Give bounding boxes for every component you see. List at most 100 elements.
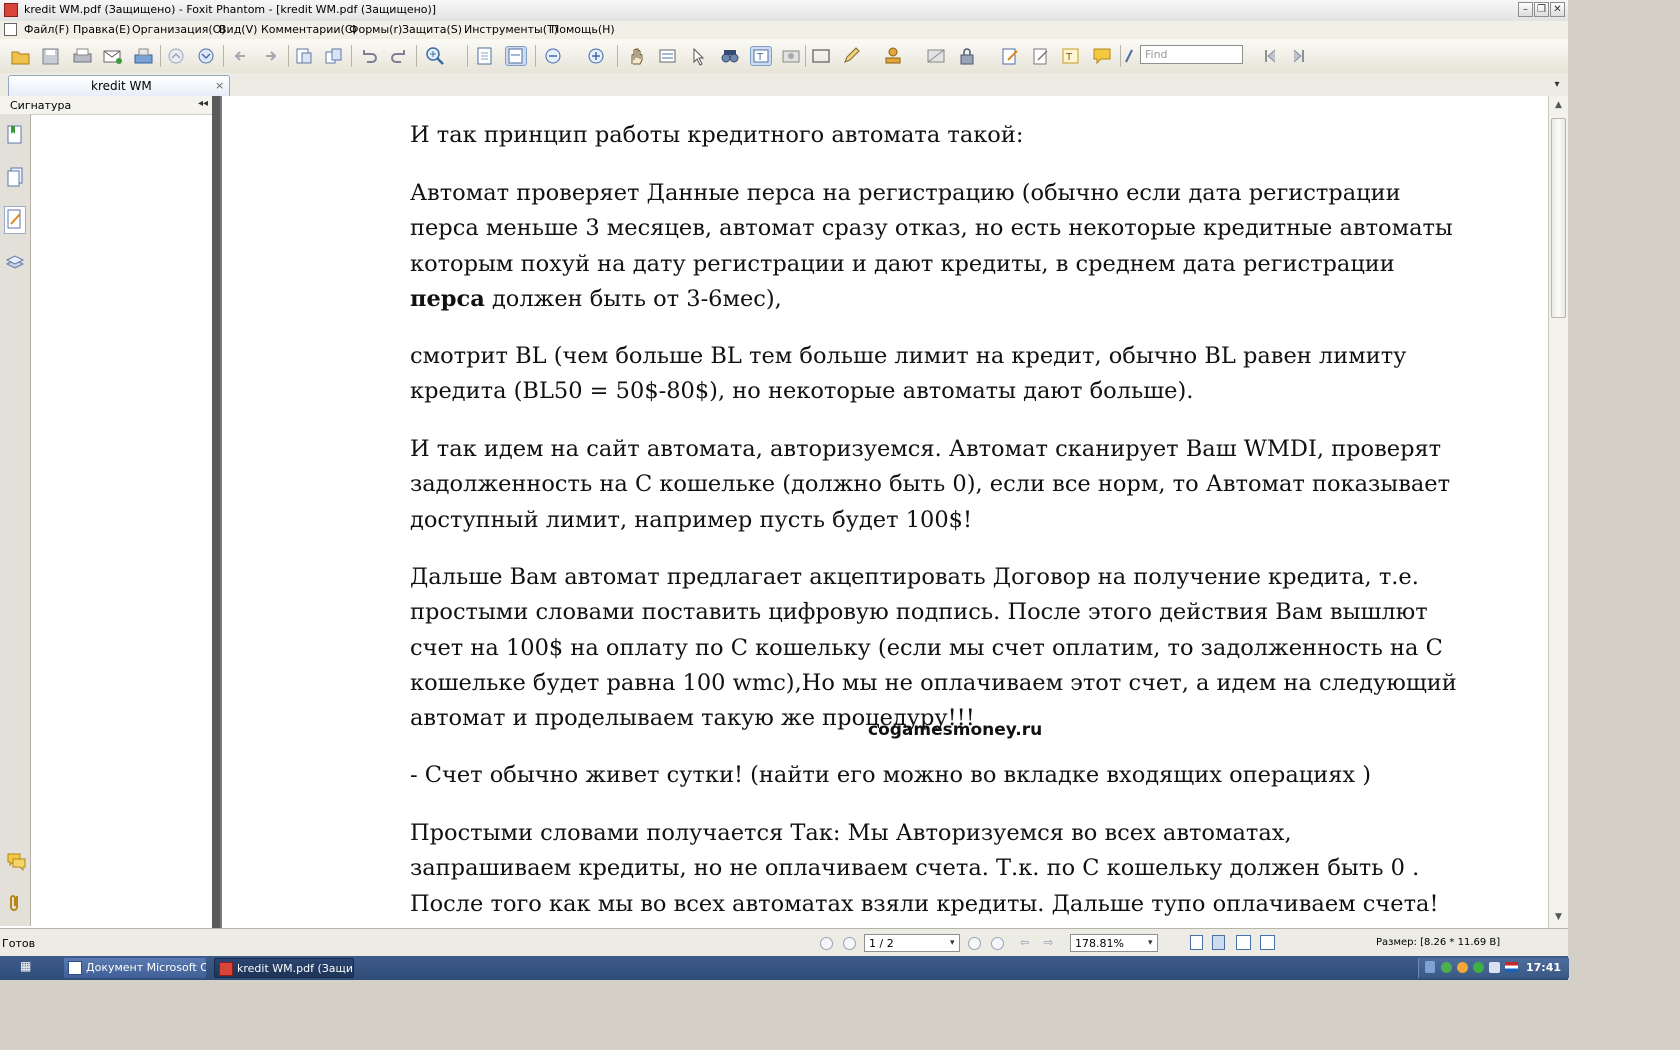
scroll-thumb[interactable] [1551, 118, 1566, 318]
redo-icon[interactable] [388, 46, 410, 66]
find-previous-icon[interactable] [1261, 46, 1283, 66]
tray-antivirus-icon[interactable] [1457, 962, 1468, 973]
paragraph-authorization: И так идем на сайт автомата, авторизуемс… [410, 436, 1451, 533]
maximize-button[interactable]: ❐ [1534, 2, 1549, 17]
find-input[interactable]: Find [1140, 45, 1243, 64]
rectangle-tool-icon[interactable] [810, 46, 832, 66]
minimize-button[interactable]: – [1518, 2, 1533, 17]
single-page-view-icon[interactable] [1190, 935, 1203, 950]
tray-language-flag-icon[interactable] [1505, 962, 1518, 972]
menu-edit[interactable]: Правка(E) [73, 23, 130, 36]
comments-panel-icon[interactable] [6, 850, 26, 872]
toolbar-separator [467, 45, 468, 67]
collapse-panel-icon[interactable]: ◂◂ [198, 98, 208, 109]
last-page-icon[interactable] [991, 937, 1004, 950]
tab-kredit-wm[interactable]: kredit WM × [8, 75, 230, 96]
tab-close-icon[interactable]: × [215, 79, 224, 92]
page-dropdown-arrow[interactable]: ▾ [950, 938, 955, 948]
first-page-icon[interactable] [820, 937, 833, 950]
pdf-page[interactable]: И так принцип работы кредитного автомата… [222, 96, 1558, 928]
forward-view-icon[interactable]: ⇨ [1044, 936, 1053, 949]
facing-view-icon[interactable] [1236, 935, 1251, 950]
menu-help[interactable]: Помощь(H) [551, 23, 615, 36]
back-icon[interactable] [230, 46, 252, 66]
menu-tools[interactable]: Инструменты(T) [464, 23, 558, 36]
snapshot-icon[interactable] [780, 46, 802, 66]
stamp-icon[interactable] [882, 46, 904, 66]
pencil-tool-icon[interactable] [841, 46, 863, 66]
close-button[interactable]: ✕ [1550, 2, 1565, 17]
toolbar-separator [535, 45, 536, 67]
scroll-up-arrow-icon[interactable]: ▲ [1551, 98, 1566, 113]
paragraph-contract: Дальше Вам автомат предлагает акцептиров… [410, 564, 1457, 732]
select-text-icon[interactable] [657, 46, 679, 66]
lock-icon[interactable] [956, 46, 978, 66]
document-menu-icon[interactable] [4, 23, 17, 36]
forward-icon[interactable] [260, 46, 282, 66]
select-tool-icon[interactable] [688, 46, 710, 66]
menu-forms[interactable]: Формы(r) [349, 23, 402, 36]
zoom-in-icon[interactable] [585, 46, 607, 66]
foxit-app-icon[interactable] [4, 3, 18, 17]
save-icon[interactable] [40, 46, 62, 66]
title-bar: kredit WM.pdf (Защищено) - Foxit Phantom… [0, 0, 1568, 22]
menu-comments[interactable]: Комментарии(C) [261, 23, 357, 36]
extract-page-icon[interactable] [323, 46, 345, 66]
continuous-facing-view-icon[interactable] [1260, 935, 1275, 950]
page-number-field[interactable]: 1 / 2 [864, 934, 960, 952]
pages-icon[interactable] [6, 166, 24, 188]
next-page-status-icon[interactable] [968, 937, 981, 950]
print-icon[interactable] [72, 46, 94, 66]
fit-width-icon[interactable] [505, 46, 527, 66]
taskbar-item-foxit[interactable]: kredit WM.pdf (Защи... [214, 958, 354, 978]
left-navigation-panel: Сигнатура ◂◂ [0, 96, 213, 928]
sign-document-icon[interactable] [999, 46, 1021, 66]
bookmarks-icon[interactable] [6, 124, 24, 146]
start-menu-icon[interactable]: ▦ [20, 959, 42, 977]
taskbar-item-word[interactable]: Документ Microsoft О... [64, 958, 206, 978]
zoom-out-icon[interactable] [542, 46, 564, 66]
toolbar-overflow-icon[interactable] [1124, 46, 1134, 66]
panel-icon-strip [0, 114, 31, 926]
find-next-icon[interactable] [1286, 46, 1308, 66]
edit-content-icon[interactable] [1030, 46, 1052, 66]
tray-speaker-icon[interactable] [1489, 962, 1500, 973]
menu-view[interactable]: Вид(V) [219, 23, 257, 36]
tray-network-icon[interactable] [1441, 962, 1452, 973]
menu-organize[interactable]: Организация(O) [132, 23, 226, 36]
zoom-level-field[interactable]: 178.81% [1070, 934, 1158, 952]
signatures-icon[interactable] [4, 206, 26, 234]
previous-page-icon[interactable] [165, 46, 187, 66]
continuous-view-icon[interactable] [1212, 935, 1225, 950]
email-icon[interactable] [102, 46, 124, 66]
find-binoculars-icon[interactable] [719, 46, 741, 66]
undo-icon[interactable] [358, 46, 380, 66]
next-page-icon[interactable] [195, 46, 217, 66]
menu-protect[interactable]: Защита(S) [402, 23, 462, 36]
note-icon[interactable] [1091, 46, 1113, 66]
tray-security-icon[interactable] [1473, 962, 1484, 973]
hand-tool-icon[interactable] [626, 46, 648, 66]
fit-page-icon[interactable] [474, 46, 496, 66]
scan-icon[interactable] [133, 46, 155, 66]
attachments-icon[interactable] [6, 892, 24, 914]
text-box-icon[interactable]: T [1060, 46, 1082, 66]
menu-file[interactable]: Файл(F) [24, 23, 69, 36]
redact-icon[interactable] [925, 46, 947, 66]
insert-page-icon[interactable] [293, 46, 315, 66]
paragraph-intro: И так принцип работы кредитного автомата… [410, 122, 1024, 148]
prev-page-icon[interactable] [843, 937, 856, 950]
zoom-field-dropdown-arrow[interactable]: ▾ [1148, 938, 1153, 948]
typewriter-icon[interactable]: T [750, 46, 772, 66]
toolbar-separator [351, 45, 352, 67]
scroll-down-arrow-icon[interactable]: ▼ [1551, 910, 1566, 925]
document-view[interactable]: И так принцип работы кредитного автомата… [212, 96, 1558, 928]
layers-icon[interactable] [5, 250, 25, 272]
back-view-icon[interactable]: ⇦ [1020, 936, 1029, 949]
page-size-info: Размер: [8.26 * 11.69 В] [1376, 937, 1501, 948]
zoom-in-tool-icon[interactable] [424, 46, 446, 66]
open-icon[interactable] [10, 46, 32, 66]
tray-expand-icon[interactable] [1425, 961, 1435, 973]
tab-list-dropdown-icon[interactable]: ▾ [1548, 75, 1566, 94]
vertical-scrollbar[interactable]: ▲ ▼ [1548, 96, 1568, 928]
